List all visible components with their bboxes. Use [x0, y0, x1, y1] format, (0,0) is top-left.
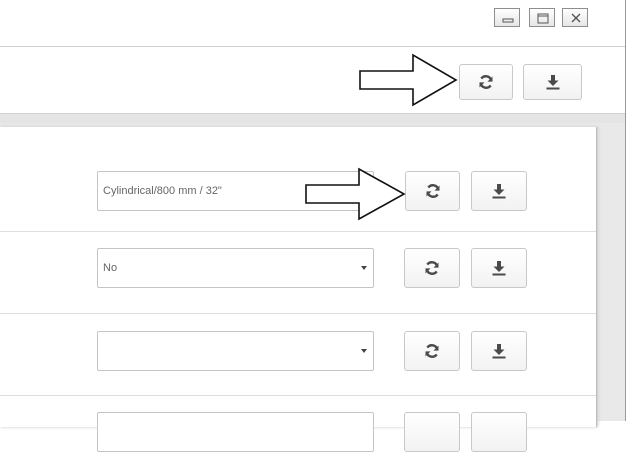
row-4-select[interactable]: [97, 412, 374, 452]
row-divider: [0, 231, 596, 232]
chevron-down-icon: [361, 266, 367, 270]
download-icon: [492, 184, 506, 199]
download-icon: [492, 344, 506, 359]
title-bar[interactable]: [0, 0, 625, 47]
download-icon: [492, 261, 506, 276]
row-2-select[interactable]: No: [97, 248, 374, 288]
chevron-down-icon: [361, 349, 367, 353]
minimize-button[interactable]: [494, 8, 520, 27]
toolbar-download-button[interactable]: [523, 64, 582, 100]
minimize-icon: [502, 18, 514, 23]
row-divider: [0, 395, 596, 396]
callout-arrow: [305, 167, 406, 221]
maximize-icon: [537, 13, 549, 24]
download-icon: [546, 75, 559, 90]
row-3-select[interactable]: [97, 331, 374, 371]
close-icon: [571, 13, 581, 23]
row-2-download-button[interactable]: [471, 248, 527, 288]
app-window: Cylindrical/800 mm / 32" No: [0, 0, 626, 452]
toolbar: [0, 47, 625, 113]
toolbar-refresh-button[interactable]: [459, 64, 513, 100]
refresh-icon: [426, 184, 439, 198]
settings-panel: Cylindrical/800 mm / 32" No: [0, 127, 597, 452]
row-3-download-button[interactable]: [471, 331, 527, 371]
refresh-icon: [425, 261, 439, 275]
row-1-refresh-button[interactable]: [405, 171, 460, 211]
refresh-icon: [479, 75, 493, 89]
refresh-icon: [425, 344, 439, 358]
maximize-button[interactable]: [529, 8, 555, 27]
row-3-refresh-button[interactable]: [404, 331, 460, 371]
close-button[interactable]: [562, 8, 588, 27]
row-2-refresh-button[interactable]: [404, 248, 460, 288]
row-4-refresh-button[interactable]: [404, 412, 460, 452]
row-2-value: No: [103, 262, 118, 274]
callout-arrow: [359, 53, 458, 107]
row-divider: [0, 313, 596, 314]
row-1-value: Cylindrical/800 mm / 32": [103, 185, 222, 197]
row-4-download-button[interactable]: [471, 412, 527, 452]
row-1-download-button[interactable]: [471, 171, 527, 211]
